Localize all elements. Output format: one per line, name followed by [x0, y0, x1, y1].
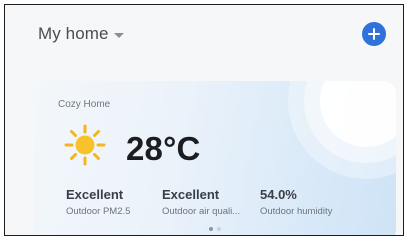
sun-icon	[64, 124, 106, 166]
metric-humidity: 54.0% Outdoor humidity	[260, 187, 332, 217]
home-selector[interactable]: My home	[38, 24, 124, 44]
metric-label: Outdoor humidity	[260, 206, 333, 217]
page-dot	[217, 227, 221, 231]
metric-label: Outdoor air quali...	[162, 206, 241, 217]
metric-air-quality: Excellent Outdoor air quali...	[162, 187, 240, 217]
weather-card[interactable]: Cozy Home 28°C Excellent Outdoor PM2.5 E…	[34, 81, 396, 235]
metric-label: Outdoor PM2.5	[66, 206, 131, 217]
card-decoration	[288, 81, 396, 179]
add-device-button[interactable]	[362, 22, 386, 46]
header: My home	[5, 5, 403, 61]
chevron-down-icon	[113, 32, 124, 38]
app-screen: My home Cozy Home 28°C Excellent Outdoor…	[4, 4, 404, 236]
temperature: 28°C	[126, 130, 201, 167]
home-label: Cozy Home	[58, 99, 111, 110]
metric-value: Excellent	[66, 187, 124, 202]
metric-pm25: Excellent Outdoor PM2.5	[66, 187, 130, 217]
home-title: My home	[38, 24, 109, 43]
page-dot-active	[209, 227, 213, 231]
page-indicator[interactable]	[34, 227, 396, 231]
metric-value: 54.0%	[260, 187, 297, 202]
metric-value: Excellent	[162, 187, 220, 202]
